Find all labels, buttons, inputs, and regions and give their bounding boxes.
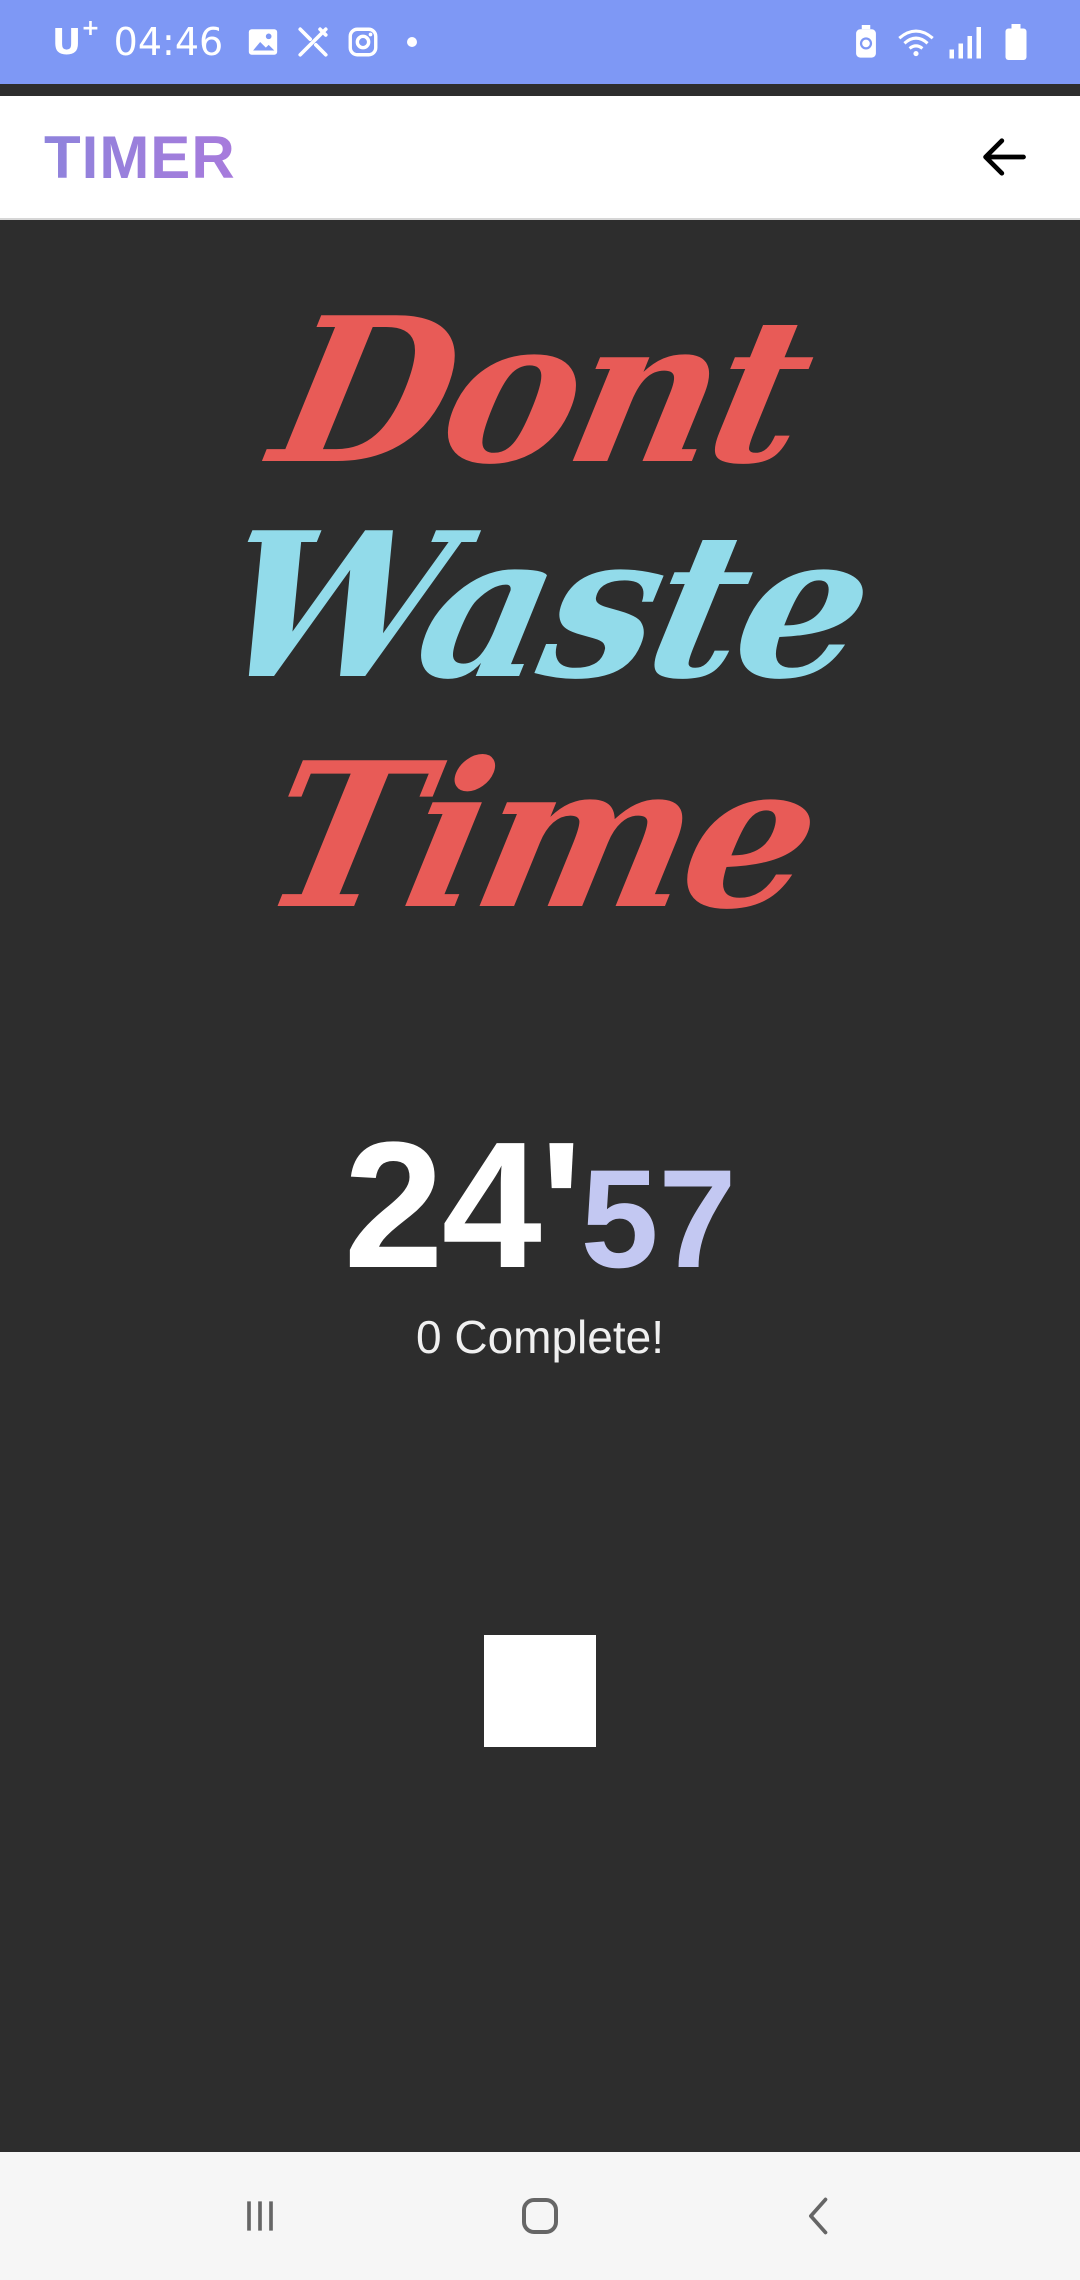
- system-nav-bar: [0, 2152, 1080, 2280]
- notification-dot: [407, 37, 418, 47]
- battery-icon: [998, 24, 1034, 60]
- status-bar: U+ 04:46: [0, 0, 1080, 84]
- app-title: TIMER: [44, 123, 236, 191]
- wifi-icon: [898, 24, 934, 60]
- app-bar: TIMER: [0, 96, 1080, 220]
- slogan: Dont Waste Time: [0, 274, 1080, 954]
- tools-icon: [295, 24, 331, 60]
- timer-minutes: 24': [343, 1105, 583, 1306]
- home-icon: [522, 2198, 558, 2234]
- signal-icon: [948, 24, 984, 60]
- carrier-label: U+: [52, 15, 100, 63]
- back-icon: [809, 2197, 828, 2235]
- instagram-icon: [345, 24, 381, 60]
- status-bar-left: U+ 04:46: [52, 15, 418, 64]
- system-back-button[interactable]: [780, 2176, 860, 2256]
- gallery-icon: [245, 24, 281, 60]
- status-bar-divider: [0, 84, 1080, 96]
- timer-display: 24'57: [0, 1102, 1080, 1309]
- status-time: 04:46: [113, 20, 224, 64]
- home-button[interactable]: [500, 2176, 580, 2256]
- timer-seconds: 57: [580, 1140, 737, 1297]
- recents-icon: [247, 2201, 273, 2231]
- completed-count: 0 Complete!: [415, 1311, 664, 1363]
- recents-button[interactable]: [220, 2176, 300, 2256]
- timer-screen: Dont Waste Time 24'57 0 Complete!: [0, 222, 1080, 2152]
- status-bar-right: [848, 24, 1034, 60]
- slogan-line-3: Time: [245, 719, 835, 954]
- back-button[interactable]: [972, 125, 1036, 189]
- battery-saver-icon: [848, 24, 884, 60]
- arrow-left-icon: [983, 138, 1026, 176]
- slogan-line-1: Dont: [256, 274, 827, 509]
- slogan-line-2: Waste: [198, 489, 888, 724]
- stop-button[interactable]: [484, 1635, 596, 1747]
